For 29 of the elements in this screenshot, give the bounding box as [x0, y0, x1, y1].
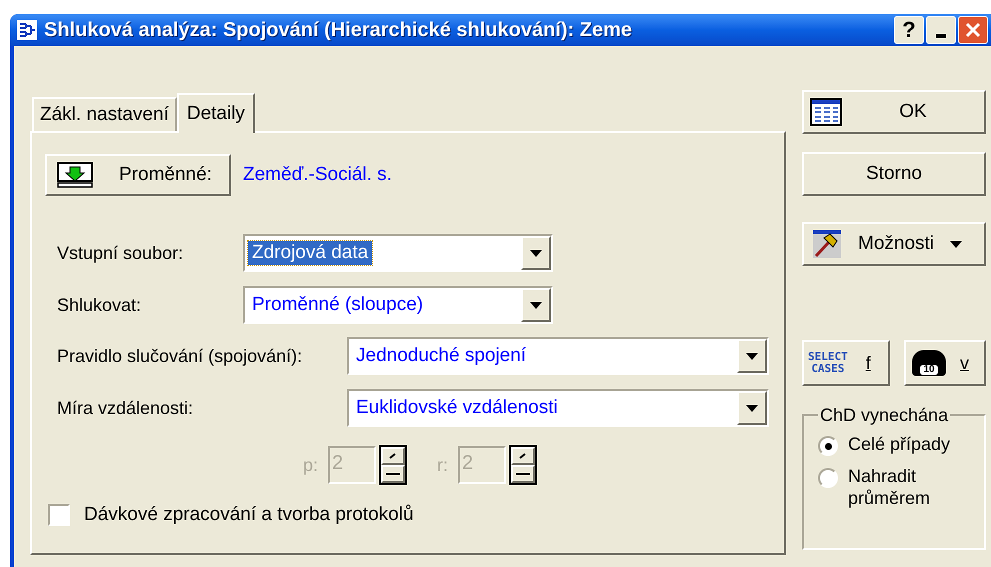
select-cases-button[interactable]: SELECT CASES f: [802, 340, 890, 386]
window-title: Shluková analýza: Spojování (Hierarchické shlukování): Zeme: [44, 18, 633, 43]
field-label: Vstupní soubor:: [56, 242, 184, 265]
dropdown[interactable]: Euklidovské vzdálenosti: [347, 389, 769, 427]
spinner-label: r:: [437, 454, 448, 476]
radio-label: Celé případy: [848, 434, 952, 456]
checkbox-label: Dávkové zpracování a tvorba protokolů: [84, 503, 414, 527]
select-cases-icon: SELECT CASES: [808, 350, 848, 376]
weight-button[interactable]: 10 v: [904, 340, 986, 386]
dropdown-value: Jednoduché spojení: [355, 344, 528, 368]
weight-icon: 10: [912, 350, 946, 376]
variables-button[interactable]: Proměnné:: [45, 154, 231, 196]
dropdown[interactable]: Zdrojová data: [243, 234, 553, 272]
dropdown[interactable]: Jednoduché spojení: [347, 337, 769, 375]
field-label: Míra vzdálenosti:: [56, 396, 194, 420]
dropdown[interactable]: Proměnné (sloupce): [243, 286, 553, 324]
radio-label: Nahradit průměrem: [848, 466, 932, 510]
dropdown-value: Zdrojová data: [248, 241, 372, 265]
spinner-label: p:: [303, 454, 318, 477]
dropdown-value: Euklidovské vzdálenosti: [355, 396, 559, 420]
options-button[interactable]: Možnosti: [802, 222, 986, 266]
ok-button[interactable]: OK: [802, 90, 986, 134]
field-label: Shlukovat:: [56, 294, 142, 316]
field-label: Pravidlo slučování (spojování):: [56, 344, 304, 368]
variables-value: Zeměď.-Sociál. s.: [243, 162, 392, 187]
tab[interactable]: Detaily: [176, 93, 255, 133]
dropdown-value: Proměnné (sloupce): [251, 293, 424, 317]
cancel-button[interactable]: Storno: [802, 152, 986, 196]
help-button[interactable]: ?: [894, 16, 924, 44]
